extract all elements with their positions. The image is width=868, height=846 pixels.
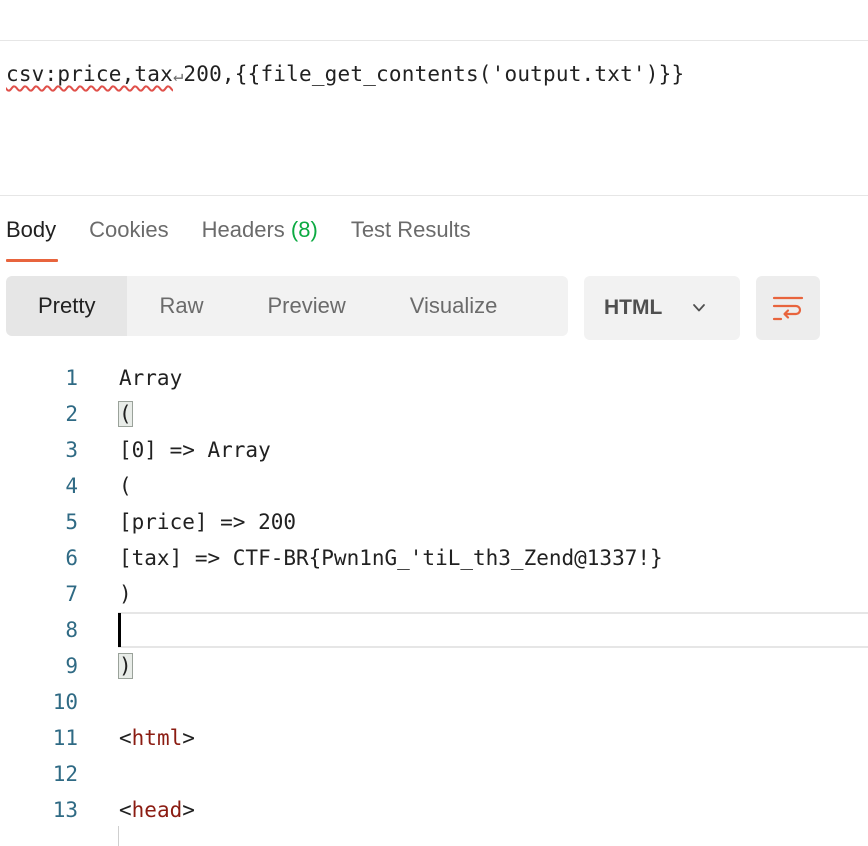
code-line: 4 ( <box>0 468 868 504</box>
line-number: 3 <box>65 438 78 462</box>
language-select-value: HTML <box>604 296 663 319</box>
response-tabs: Body Cookies Headers (8) Test Results <box>0 200 868 262</box>
code-line: 12 <box>0 756 868 792</box>
code-text: <head> <box>119 798 195 822</box>
tab-test-results[interactable]: Test Results <box>345 202 477 262</box>
line-number: 4 <box>65 474 78 498</box>
code-text: [0] => Array <box>119 438 271 462</box>
request-body-text: 200,{{file_get_contents('output.txt')}} <box>183 62 685 86</box>
wrap-lines-button[interactable] <box>756 276 820 340</box>
code-text: ( <box>118 396 133 432</box>
line-number: 7 <box>65 582 78 606</box>
spellcheck-underlined-text: csv:price,tax <box>6 62 173 86</box>
code-text: ( <box>119 474 132 498</box>
request-body-line[interactable]: csv:price,tax↵200,{{file_get_contents('o… <box>6 62 684 86</box>
matched-bracket: ( <box>118 401 133 427</box>
chevron-down-icon <box>693 304 706 312</box>
code-text: Array <box>119 366 183 390</box>
wrap-lines-icon <box>772 296 804 321</box>
line-number: 9 <box>65 654 78 678</box>
view-mode-segmented-control: Pretty Raw Preview Visualize <box>6 276 568 336</box>
tab-body[interactable]: Body <box>0 202 62 262</box>
code-line: 9 ) <box>0 648 868 684</box>
response-code-view[interactable]: 1 Array 2 ( 3 [0] => Array 4 ( 5 [price]… <box>0 360 868 846</box>
code-text: <html> <box>119 726 195 750</box>
line-number: 1 <box>65 366 78 390</box>
matched-bracket: ) <box>118 653 133 679</box>
code-text: [tax] => CTF-BR{Pwn1nG_'tiL_th3_Zend@133… <box>119 546 663 570</box>
code-line: 3 [0] => Array <box>0 432 868 468</box>
html-tag-name: head <box>131 798 183 822</box>
request-header-area <box>0 0 868 41</box>
code-line: 6 [tax] => CTF-BR{Pwn1nG_'tiL_th3_Zend@1… <box>0 540 868 576</box>
line-number: 13 <box>52 798 78 822</box>
code-line: 11 <html> <box>0 720 868 756</box>
code-line: 13 <head> <box>0 792 868 828</box>
tab-cookies[interactable]: Cookies <box>83 202 174 262</box>
line-number: 8 <box>65 618 78 642</box>
headers-count-badge: (8) <box>290 217 318 242</box>
view-mode-pretty[interactable]: Pretty <box>6 276 128 336</box>
code-line: 1 Array <box>0 360 868 396</box>
code-line: 8 <box>0 612 868 648</box>
code-text: ) <box>119 582 132 606</box>
code-line: 5 [price] => 200 <box>0 504 868 540</box>
tab-headers[interactable]: Headers (8) <box>196 202 324 262</box>
line-number: 6 <box>65 546 78 570</box>
view-mode-visualize[interactable]: Visualize <box>378 276 530 336</box>
indent-guide <box>118 826 119 846</box>
line-number: 5 <box>65 510 78 534</box>
return-icon: ↵ <box>172 66 184 86</box>
code-text: ) <box>118 648 133 684</box>
line-number: 12 <box>52 762 78 786</box>
language-select[interactable]: HTML <box>584 276 740 340</box>
html-tag-name: html <box>131 726 183 750</box>
code-text: [price] => 200 <box>119 510 297 534</box>
line-number: 11 <box>52 726 78 750</box>
code-line: 10 <box>0 684 868 720</box>
view-mode-preview[interactable]: Preview <box>235 276 377 336</box>
line-number: 10 <box>52 690 78 714</box>
line-number: 2 <box>65 402 78 426</box>
code-line: 2 ( <box>0 396 868 432</box>
response-viewer: csv:price,tax↵200,{{file_get_contents('o… <box>0 0 868 846</box>
view-mode-raw[interactable]: Raw <box>127 276 235 336</box>
request-body-editor[interactable]: csv:price,tax↵200,{{file_get_contents('o… <box>0 42 868 196</box>
code-line: 7 ) <box>0 576 868 612</box>
